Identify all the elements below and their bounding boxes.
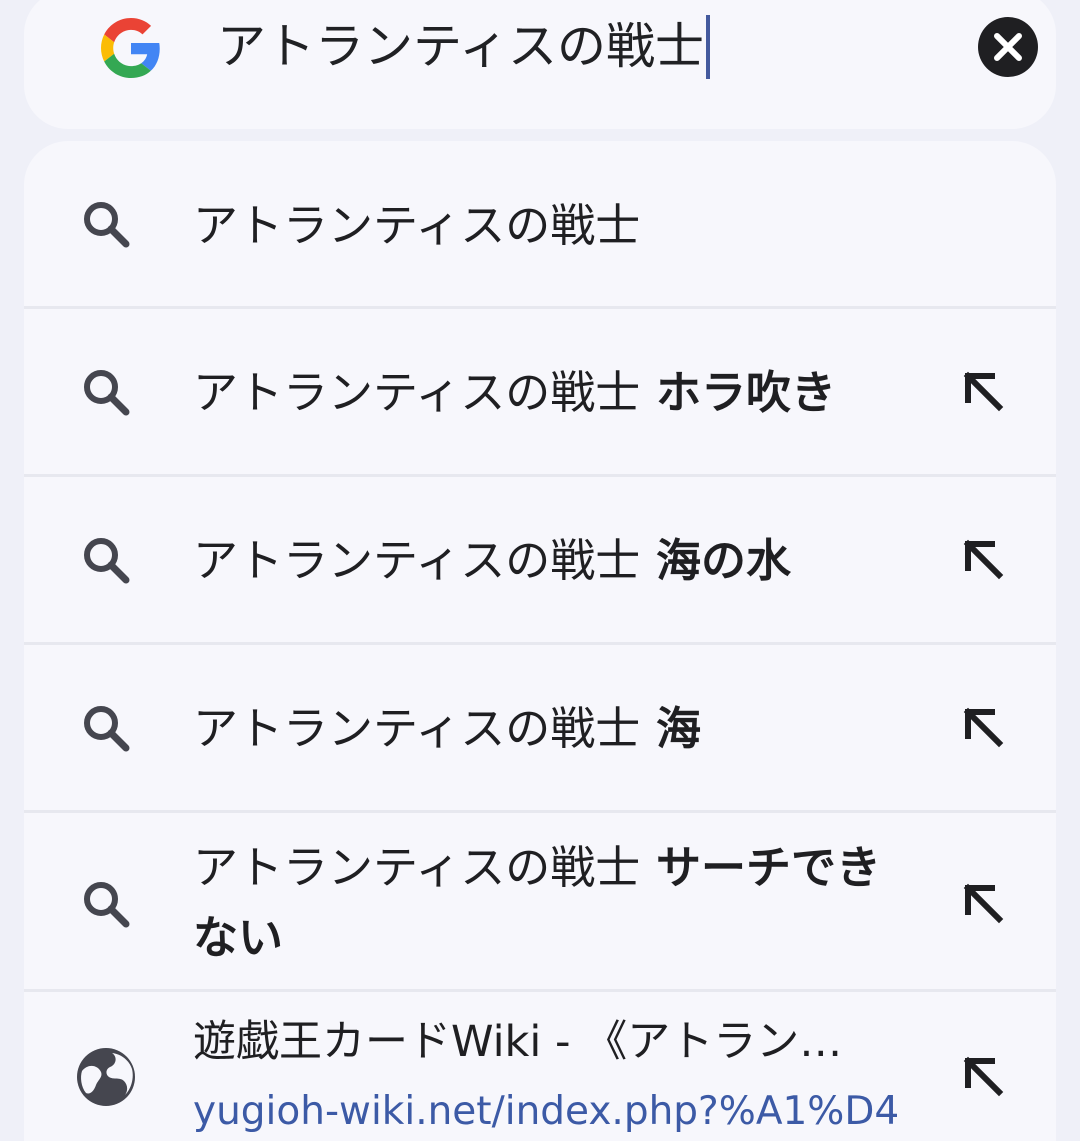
suggestion-suffix-text: 海 (640, 702, 701, 755)
suggestion-typed-text: アトランティスの戦士 (193, 366, 641, 419)
site-suggestion-title: 遊戯王カードWiki - 《アトラン… (193, 1017, 843, 1067)
suggestion-text: アトランティスの戦士 海 (193, 694, 701, 764)
search-bar[interactable]: アトランティスの戦士 (24, 0, 1056, 129)
search-icon (84, 882, 130, 928)
suggestion-text: アトランティスの戦士 サーチできない (193, 833, 913, 973)
search-icon (84, 538, 130, 584)
suggestion-row[interactable]: アトランティスの戦士 サーチできない (24, 813, 1056, 992)
suggestion-typed-text: アトランティスの戦士 (193, 841, 641, 894)
close-icon (994, 33, 1022, 61)
search-input[interactable]: アトランティスの戦士 (217, 15, 711, 79)
arrow-up-left-icon[interactable] (954, 698, 1014, 758)
text-caret (706, 15, 711, 79)
suggestion-row[interactable]: アトランティスの戦士 (24, 141, 1056, 309)
suggestion-text: アトランティスの戦士 (193, 191, 640, 261)
arrow-up-left-icon[interactable] (954, 362, 1014, 422)
suggestion-typed-text: アトランティスの戦士 (193, 199, 641, 252)
suggestion-list: アトランティスの戦士 アトランティスの戦士 ホラ吹き アトランティスの戦士 海の… (24, 141, 1056, 1141)
arrow-up-left-icon[interactable] (954, 1047, 1014, 1107)
suggestion-text: アトランティスの戦士 ホラ吹き (193, 358, 836, 428)
search-icon (84, 706, 130, 752)
suggestion-text: アトランティスの戦士 海の水 (193, 526, 791, 596)
site-suggestion-url: yugioh-wiki.net/index.php?%A1%D4 (193, 1089, 900, 1134)
suggestion-suffix-text: ホラ吹き (640, 366, 836, 419)
search-query-text: アトランティスの戦士 (217, 18, 705, 75)
suggestion-row[interactable]: アトランティスの戦士 海の水 (24, 477, 1056, 645)
suggestion-row[interactable]: アトランティスの戦士 海 (24, 645, 1056, 813)
suggestion-suffix-text: 海の水 (640, 534, 791, 587)
suggestion-typed-text: アトランティスの戦士 (193, 702, 641, 755)
search-icon (84, 370, 130, 416)
globe-icon (77, 1048, 135, 1106)
arrow-up-left-icon[interactable] (954, 874, 1014, 934)
search-icon (84, 202, 130, 248)
google-g-logo (101, 18, 160, 78)
clear-button[interactable] (978, 17, 1038, 77)
suggestion-row[interactable]: アトランティスの戦士 ホラ吹き (24, 309, 1056, 477)
arrow-up-left-icon[interactable] (954, 530, 1014, 590)
suggestion-typed-text: アトランティスの戦士 (193, 534, 641, 587)
